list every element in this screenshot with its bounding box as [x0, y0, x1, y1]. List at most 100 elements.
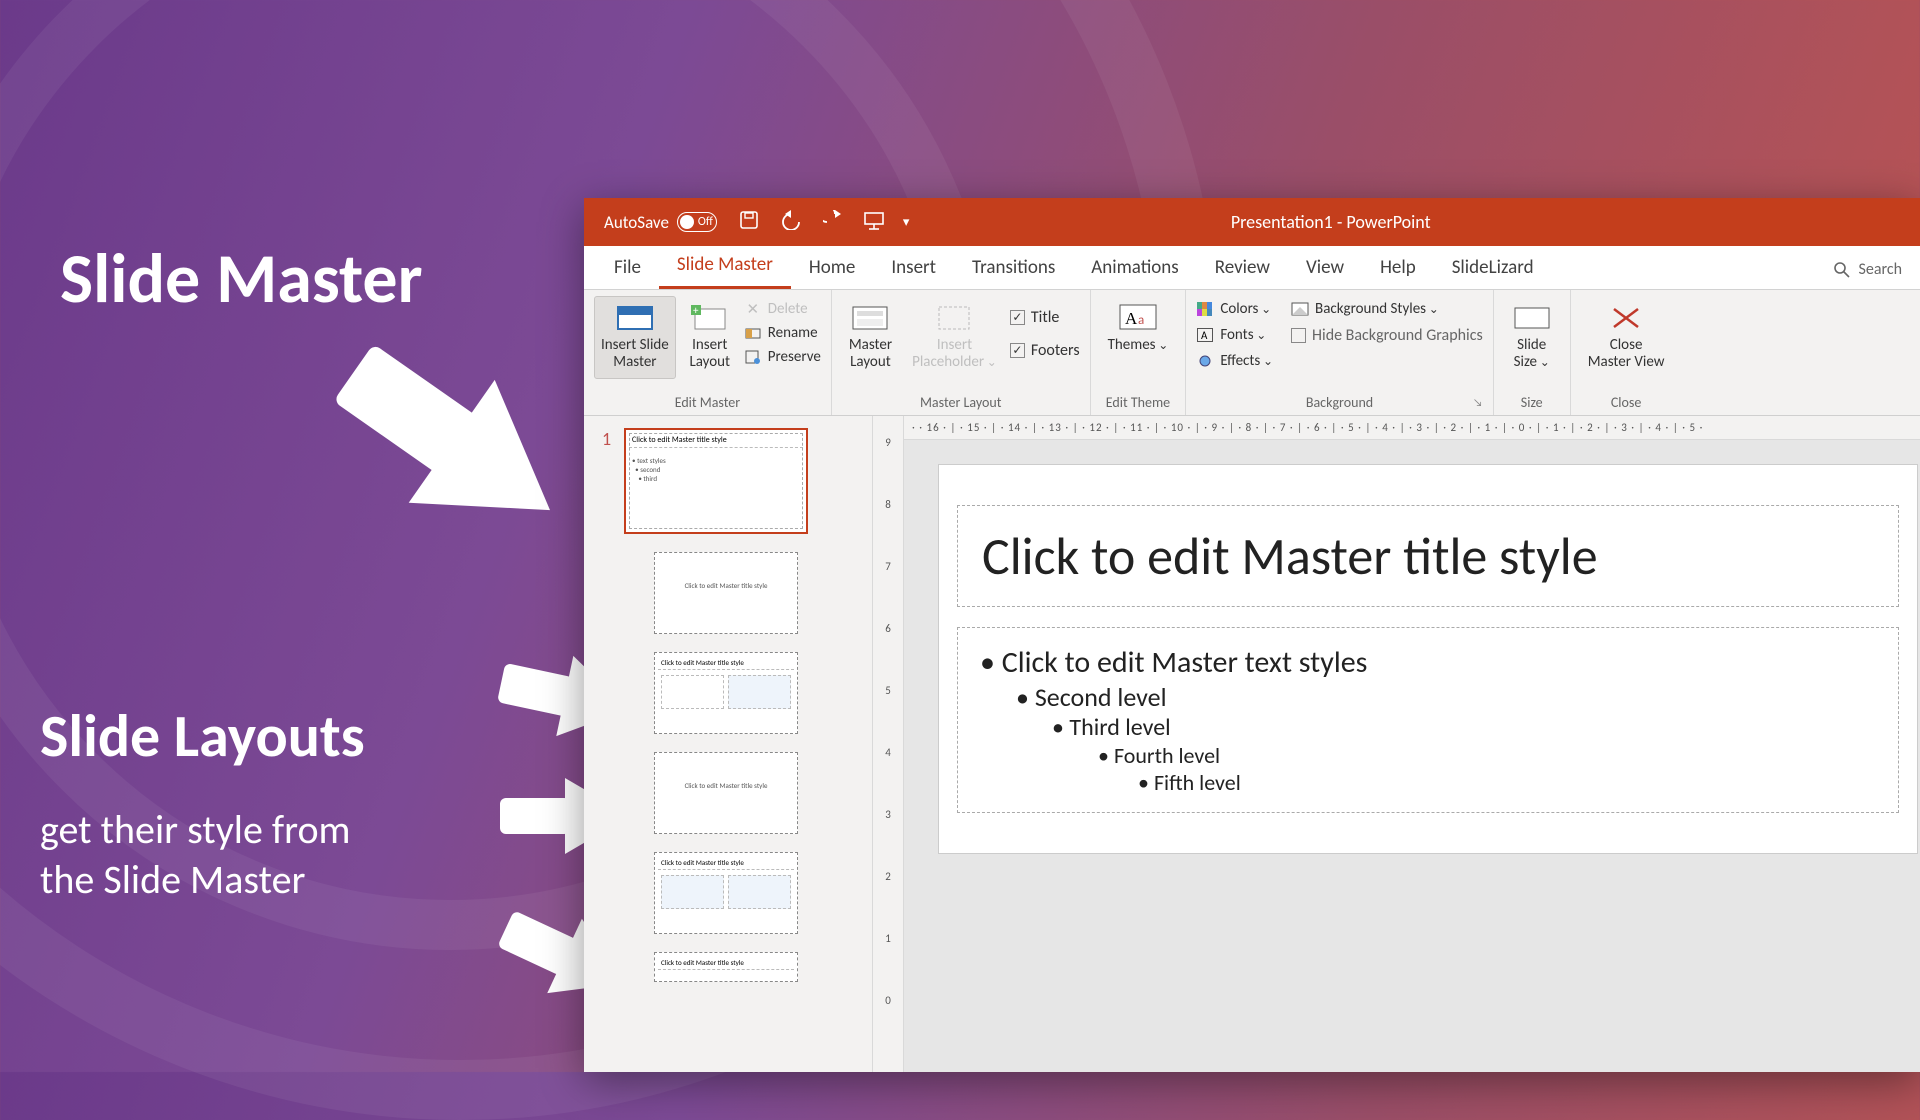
thumb-title-placeholder: Click to edit Master title style — [658, 856, 794, 870]
colors-button[interactable]: Colors — [1196, 300, 1273, 318]
title-placeholder[interactable]: Click to edit Master title style — [957, 505, 1899, 607]
slide-size-button[interactable]: Slide Size — [1504, 296, 1560, 379]
horizontal-ruler: · · 16 · | · 15 · | · 14 · | · 13 · | · … — [904, 416, 1920, 440]
themes-label: Themes — [1108, 337, 1169, 354]
insert-slide-master-button[interactable]: Insert Slide Master — [594, 296, 676, 379]
rename-label: Rename — [768, 324, 818, 342]
tab-slidelizard[interactable]: SlideLizard — [1434, 246, 1552, 289]
effects-icon — [1196, 353, 1214, 369]
dialog-launcher-icon[interactable]: ↘ — [1473, 396, 1487, 409]
svg-text:a: a — [1138, 313, 1144, 328]
annotation-slide-layouts-sub: get their style from the Slide Master — [40, 805, 351, 905]
ribbon-group-label: Edit Master — [594, 390, 821, 413]
background-styles-icon — [1291, 301, 1309, 317]
body-level-3: Third level — [1052, 713, 1876, 742]
effects-button[interactable]: Effects — [1196, 352, 1273, 370]
rename-icon — [744, 325, 762, 341]
layout-thumbnail[interactable]: Click to edit Master title style — [654, 752, 798, 834]
preserve-button[interactable]: Preserve — [744, 348, 821, 366]
save-icon[interactable] — [739, 210, 759, 235]
tab-review[interactable]: Review — [1197, 246, 1288, 289]
close-icon — [1605, 303, 1647, 333]
insert-layout-button[interactable]: + Insert Layout — [682, 296, 738, 379]
body-level-1: Click to edit Master text styles — [980, 644, 1876, 681]
themes-icon: Aa — [1117, 303, 1159, 333]
close-master-view-label: Close Master View — [1588, 337, 1665, 372]
close-master-view-button[interactable]: Close Master View — [1581, 296, 1672, 379]
vertical-ruler: 9876543210 — [872, 416, 904, 1072]
insert-slide-master-label: Insert Slide Master — [601, 337, 669, 372]
slide-editor: · · 16 · | · 15 · | · 14 · | · 13 · | · … — [904, 416, 1920, 1072]
layout-thumbnail[interactable]: Click to edit Master title style — [654, 552, 798, 634]
search-box[interactable]: Search — [1815, 250, 1920, 289]
ribbon: Insert Slide Master + Insert Layout ✕ De… — [584, 290, 1920, 416]
hide-bg-label: Hide Background Graphics — [1312, 326, 1483, 345]
annotation-slide-master: Slide Master — [60, 235, 423, 321]
ribbon-group-edit-master: Insert Slide Master + Insert Layout ✕ De… — [584, 290, 832, 415]
qat-customize-icon[interactable]: ▾ — [903, 215, 910, 230]
quick-access-toolbar: ▾ — [739, 210, 910, 235]
insert-layout-label: Insert Layout — [689, 337, 730, 372]
ribbon-group-background: Colors A Fonts Effects Background Styles — [1186, 290, 1493, 415]
annotation-sub-line2: the Slide Master — [40, 855, 305, 904]
fonts-button[interactable]: A Fonts — [1196, 326, 1273, 344]
window-title: Presentation1 - PowerPoint — [1231, 211, 1591, 233]
preserve-icon — [744, 349, 762, 365]
thumb-title-placeholder: Click to edit Master title style — [655, 553, 797, 595]
footers-checkbox[interactable]: ✓ Footers — [1010, 341, 1080, 360]
thumb-title-placeholder: Click to edit Master title style — [658, 956, 794, 970]
preserve-label: Preserve — [768, 348, 821, 366]
hide-background-graphics-checkbox[interactable]: Hide Background Graphics — [1291, 326, 1483, 345]
rename-button[interactable]: Rename — [744, 324, 821, 342]
body-placeholder[interactable]: Click to edit Master text styles Second … — [957, 627, 1899, 813]
themes-button[interactable]: Aa Themes — [1101, 296, 1176, 361]
layout-thumbnail[interactable]: Click to edit Master title style — [654, 652, 798, 734]
search-icon — [1833, 261, 1851, 279]
layout-thumbnail[interactable]: Click to edit Master title style — [654, 852, 798, 934]
checkbox-icon — [1291, 328, 1306, 343]
tab-animations[interactable]: Animations — [1073, 246, 1196, 289]
tab-insert[interactable]: Insert — [873, 246, 954, 289]
slide-size-icon — [1511, 303, 1553, 333]
annotation-sub-line1: get their style from — [40, 805, 351, 854]
background-styles-button[interactable]: Background Styles — [1291, 300, 1483, 318]
autosave-toggle[interactable]: AutoSave Off — [604, 212, 717, 233]
search-placeholder: Search — [1859, 260, 1903, 279]
slide-canvas-area[interactable]: Click to edit Master title style Click t… — [904, 440, 1920, 1072]
master-title-text: Click to edit Master title style — [982, 524, 1874, 588]
layout-thumbnail[interactable]: Click to edit Master title style — [654, 952, 798, 982]
master-layout-button[interactable]: Master Layout — [842, 296, 899, 379]
checkbox-icon: ✓ — [1010, 343, 1025, 358]
tab-slide-master[interactable]: Slide Master — [659, 243, 791, 289]
thumb-title-placeholder: Click to edit Master title style — [629, 433, 803, 448]
fonts-icon: A — [1196, 327, 1214, 343]
insert-placeholder-label: Insert Placeholder — [912, 337, 997, 372]
tab-home[interactable]: Home — [791, 246, 874, 289]
thumb-title-placeholder: Click to edit Master title style — [658, 656, 794, 670]
tab-help[interactable]: Help — [1362, 246, 1434, 289]
autosave-label: AutoSave — [604, 212, 669, 233]
svg-text:A: A — [1125, 309, 1138, 328]
tab-file[interactable]: File — [596, 246, 659, 289]
title-checkbox[interactable]: ✓ Title — [1010, 308, 1080, 327]
fonts-label: Fonts — [1220, 326, 1266, 344]
master-slide-thumbnail[interactable]: Click to edit Master title style • text … — [624, 428, 808, 534]
toggle-switch-icon: Off — [677, 212, 717, 232]
colors-label: Colors — [1220, 300, 1271, 318]
redo-icon[interactable] — [823, 210, 845, 235]
insert-placeholder-button: Insert Placeholder — [905, 296, 1004, 379]
ribbon-tab-strip: File Slide Master Home Insert Transition… — [584, 246, 1920, 290]
thumb-title-placeholder: Click to edit Master title style — [655, 753, 797, 795]
effects-label: Effects — [1220, 352, 1273, 370]
slide-master-canvas[interactable]: Click to edit Master title style Click t… — [938, 464, 1918, 854]
insert-layout-icon: + — [689, 303, 731, 333]
ribbon-group-label: Size — [1504, 390, 1560, 413]
present-icon[interactable] — [863, 210, 885, 235]
body-level-2: Second level — [1016, 681, 1876, 713]
slide-thumbnail-pane[interactable]: 1 Click to edit Master title style • tex… — [584, 416, 872, 1072]
master-layout-label: Master Layout — [849, 337, 892, 372]
tab-transitions[interactable]: Transitions — [954, 246, 1073, 289]
body-level-4: Fourth level — [1098, 742, 1876, 769]
tab-view[interactable]: View — [1288, 246, 1362, 289]
undo-icon[interactable] — [777, 210, 805, 235]
